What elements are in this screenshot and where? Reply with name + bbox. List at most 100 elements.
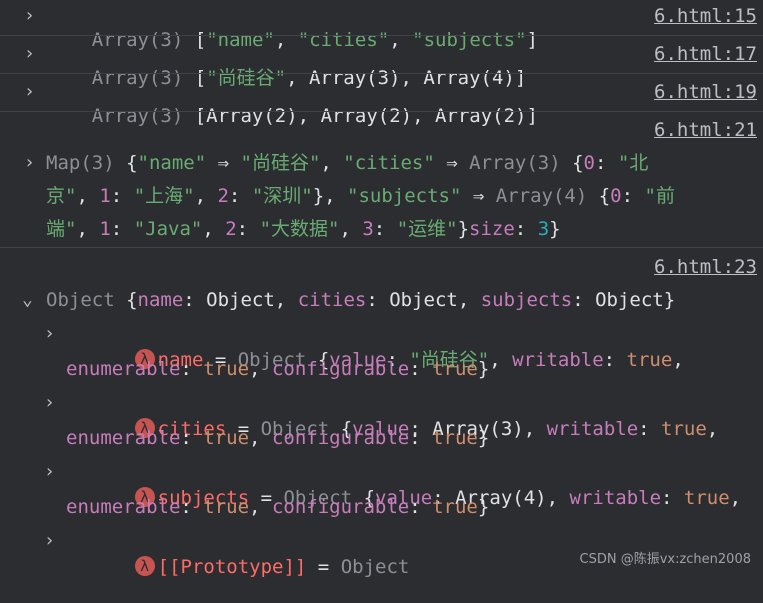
code-token: "上海" — [133, 185, 195, 207]
code-token: [Array(2), Array(2), Array(2)] — [194, 105, 538, 127]
code-token: 1 — [99, 218, 111, 240]
code-token: , — [249, 427, 272, 449]
code-token: , — [202, 218, 226, 240]
expand-arrow-icon[interactable]: › — [44, 322, 55, 346]
expand-arrow-icon[interactable]: › — [24, 42, 35, 66]
code-token: true — [626, 349, 673, 371]
code-token: true — [432, 427, 478, 449]
code-token: 0 — [583, 152, 595, 174]
code-token: ⇒ — [206, 152, 241, 174]
code-token: : — [180, 427, 204, 449]
divider — [0, 247, 763, 248]
code-token: true — [203, 496, 250, 518]
code-token: true — [661, 418, 707, 440]
code-token: Map(3) — [46, 152, 127, 174]
row-values: [Array(2), Array(2), Array(2)] — [195, 105, 538, 127]
code-token: true — [203, 358, 250, 380]
code-token: 1 — [99, 185, 111, 207]
property-line-1: λ cities = Object {value: Array(3), writa… — [66, 393, 718, 440]
code-token: : — [594, 152, 618, 174]
code-token: : — [236, 218, 260, 240]
code-token: : — [409, 427, 433, 449]
code-token: Object — [46, 289, 127, 311]
code-token: : — [409, 496, 433, 518]
code-token: , — [339, 218, 363, 240]
map-line-2: 京", 1: "上海", 2: "深圳"}, "subjects" ⇒ Arra… — [46, 184, 675, 208]
code-token: name — [137, 289, 184, 311]
code-token: , — [249, 358, 272, 380]
divider — [0, 35, 763, 36]
code-token: 3 — [362, 218, 374, 240]
code-token: { — [126, 152, 138, 174]
code-token: 3 — [537, 218, 550, 240]
code-token: } — [477, 358, 490, 380]
code-token: Object — [340, 556, 410, 578]
code-token: writable — [546, 418, 639, 440]
code-token: "尚硅谷" — [240, 152, 321, 174]
code-token: , — [729, 487, 742, 509]
code-token: : — [661, 487, 684, 509]
code-token: }, — [312, 185, 348, 207]
property-line-1: λ name = Object {value: "尚硅谷", writable: … — [66, 324, 684, 371]
code-token: : — [180, 358, 204, 380]
code-token: 0 — [610, 185, 622, 207]
code-token: : — [621, 185, 645, 207]
code-token: cities — [297, 289, 367, 311]
code-token: "深圳" — [251, 185, 313, 207]
code-token: } — [549, 218, 561, 240]
code-token: true — [432, 496, 478, 518]
code-token: writable — [569, 487, 662, 509]
code-token: , — [672, 349, 684, 371]
divider — [0, 111, 763, 112]
code-token: { — [126, 289, 138, 311]
code-token: true — [683, 487, 730, 509]
property-line-2: enumerable: true, configurable: true} — [66, 495, 489, 519]
code-token: , — [320, 152, 344, 174]
code-token: "Java" — [133, 218, 203, 240]
property-name: [[Prototype]] — [157, 556, 307, 578]
divider — [0, 73, 763, 74]
source-link[interactable]: 6.html:21 — [654, 118, 757, 142]
code-token: Array(4) — [495, 185, 599, 207]
property-line-1: λ [[Prototype]] = Object — [66, 531, 409, 578]
map-line-1: Map(3) {"name" ⇒ "尚硅谷", "cities" ⇒ Array… — [46, 151, 648, 175]
row-content: Array(3) ["name", "cities", "subjects"] — [46, 4, 538, 51]
source-link[interactable]: 6.html:23 — [654, 255, 757, 279]
source-link[interactable]: 6.html:15 — [654, 4, 757, 28]
code-token: "北 — [617, 152, 649, 174]
expand-arrow-icon[interactable]: › — [44, 391, 55, 415]
code-token: { — [598, 185, 611, 207]
code-token: , — [706, 418, 719, 440]
expand-arrow-icon[interactable]: › — [24, 4, 35, 28]
code-token: "subjects" — [347, 185, 462, 207]
watermark: CSDN @陈振vx:zchen2008 — [579, 552, 752, 567]
collapse-arrow-icon[interactable]: ⌄ — [22, 288, 33, 312]
type-label: Array(3) — [91, 105, 184, 127]
row-content: Array(3) ["尚硅谷", Array(3), Array(4)] — [46, 42, 527, 89]
code-token: "name" — [137, 152, 207, 174]
code-token: = — [306, 556, 341, 578]
code-token: size — [469, 218, 515, 240]
code-token: , — [249, 496, 272, 518]
expand-arrow-icon[interactable]: › — [44, 529, 55, 553]
code-token: : — [228, 185, 252, 207]
code-token: : — [514, 218, 538, 240]
code-token: : — [110, 218, 134, 240]
source-link[interactable]: 6.html:19 — [654, 80, 757, 104]
code-token: "大数据" — [259, 218, 340, 240]
code-token: configurable — [271, 358, 410, 380]
property-line-2: enumerable: true, configurable: true} — [66, 357, 489, 381]
code-token: Array(3) — [469, 152, 573, 174]
code-token: subjects — [480, 289, 573, 311]
code-token: , — [194, 185, 218, 207]
code-token: enumerable — [66, 427, 181, 449]
source-link[interactable]: 6.html:17 — [654, 42, 757, 66]
expand-arrow-icon[interactable]: › — [24, 80, 35, 104]
expand-arrow-icon[interactable]: › — [24, 151, 35, 175]
code-token: , — [489, 349, 513, 371]
code-token: : — [110, 185, 134, 207]
code-token: , — [76, 218, 100, 240]
expand-arrow-icon[interactable]: › — [44, 460, 55, 484]
code-token: } — [457, 218, 470, 240]
code-token: : — [180, 496, 204, 518]
